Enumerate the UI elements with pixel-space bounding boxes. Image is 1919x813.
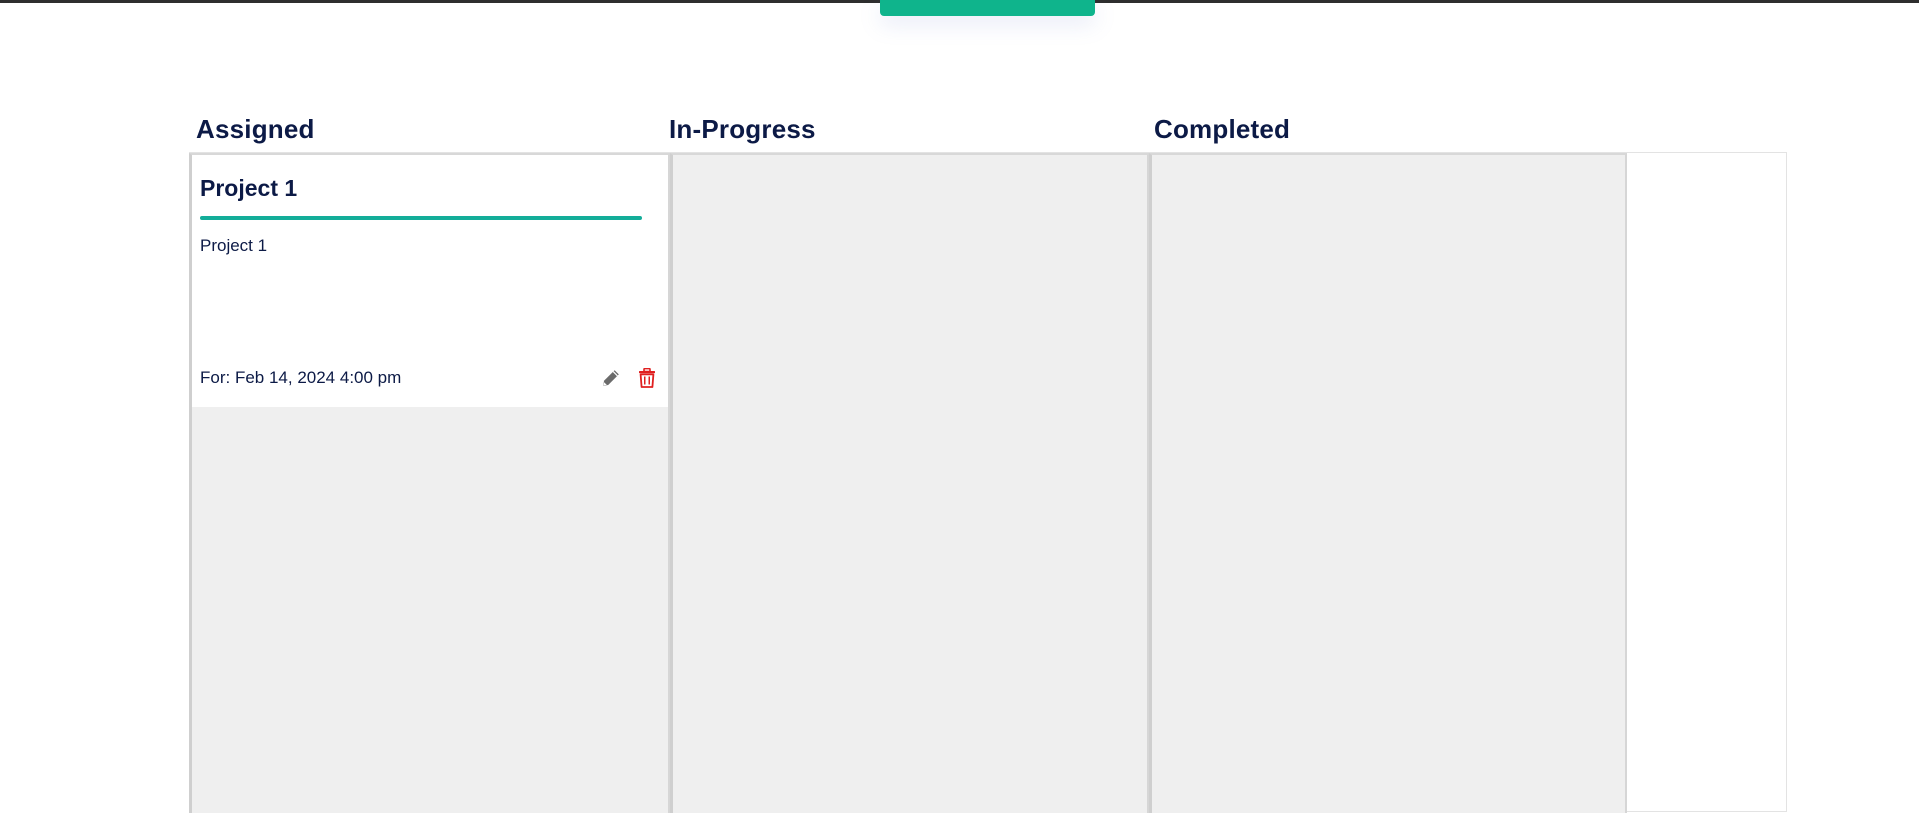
top-action-button[interactable] bbox=[880, 0, 1095, 16]
card-title: Project 1 bbox=[200, 175, 298, 201]
trash-icon[interactable] bbox=[636, 367, 658, 389]
task-card[interactable]: Project 1 Project 1 For: Feb 14, 2024 4:… bbox=[192, 155, 668, 407]
column-heading-in-progress: In-Progress bbox=[669, 114, 816, 144]
column-heading-assigned: Assigned bbox=[196, 114, 315, 144]
card-accent-bar bbox=[200, 216, 642, 220]
pencil-icon[interactable] bbox=[600, 367, 622, 389]
card-description: Project 1 bbox=[200, 236, 268, 255]
column-in-progress[interactable] bbox=[670, 153, 1149, 813]
column-heading-completed: Completed bbox=[1154, 114, 1291, 144]
column-completed[interactable] bbox=[1149, 153, 1627, 813]
card-due-date: For: Feb 14, 2024 4:00 pm bbox=[200, 368, 402, 387]
card-actions bbox=[600, 367, 658, 389]
column-assigned[interactable]: Project 1 Project 1 For: Feb 14, 2024 4:… bbox=[189, 153, 670, 813]
card-footer: For: Feb 14, 2024 4:00 pm bbox=[200, 365, 658, 391]
